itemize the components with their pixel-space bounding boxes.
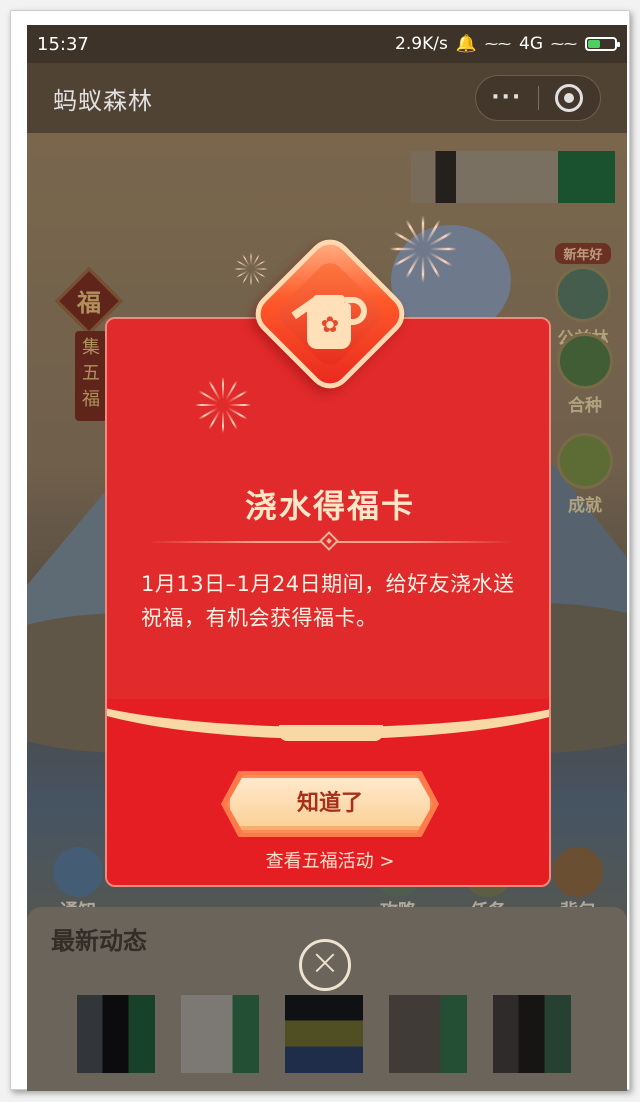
status-bar: 15:37 2.9K/s 🔔 ⁓⁓ 4G ⁓⁓: [27, 25, 627, 63]
net-speed: 2.9K/s: [395, 34, 448, 54]
fu-card-dialog: 浇水得福卡 1月13日–1月24日期间，给好友浇水送祝福，有机会获得福卡。 知道…: [105, 230, 551, 887]
firework-decoration: [389, 215, 457, 283]
firework-decoration: [234, 252, 268, 286]
dialog-title: 浇水得福卡: [244, 487, 415, 525]
photo-frame: 15:37 2.9K/s 🔔 ⁓⁓ 4G ⁓⁓ 蚂蚁森林 ··· 福 集五福 新…: [10, 10, 630, 1091]
watering-can-icon: ✿: [291, 287, 369, 353]
bell-icon: 🔔: [455, 34, 477, 54]
firework-decoration: [195, 377, 251, 433]
dialog-body: 1月13日–1月24日期间，给好友浇水送祝福，有机会获得福卡。: [141, 572, 515, 630]
status-time: 15:37: [37, 33, 89, 55]
status-right: 2.9K/s 🔔 ⁓⁓ 4G ⁓⁓: [395, 34, 620, 54]
dialog-notch: [279, 725, 383, 741]
ok-button[interactable]: 知道了: [227, 775, 433, 833]
dialog-card: 浇水得福卡 1月13日–1月24日期间，给好友浇水送祝福，有机会获得福卡。 知道…: [105, 317, 551, 887]
five-fu-activity-link[interactable]: 查看五福活动 >: [107, 847, 549, 873]
network-type: 4G: [519, 34, 543, 54]
close-circle-icon[interactable]: ×: [299, 939, 351, 991]
signal-icon: ⁓⁓: [551, 36, 577, 52]
dialog-arc: [107, 619, 549, 739]
phone-screen: 15:37 2.9K/s 🔔 ⁓⁓ 4G ⁓⁓ 蚂蚁森林 ··· 福 集五福 新…: [27, 25, 627, 1091]
battery-icon: [585, 37, 620, 51]
signal-icon: ⁓⁓: [485, 36, 511, 52]
